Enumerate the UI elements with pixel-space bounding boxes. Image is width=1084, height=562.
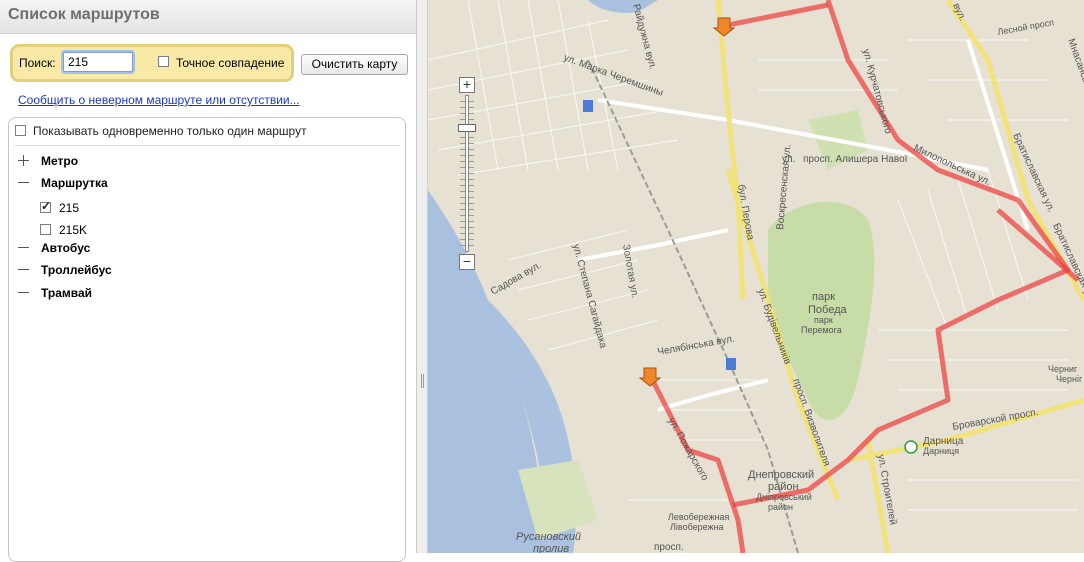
route-215-checkbox[interactable]: [40, 199, 51, 213]
category-marshrutka[interactable]: Маршрутка: [41, 176, 108, 190]
map-label: район: [768, 502, 793, 512]
map-canvas[interactable]: ул. Марка Черемшины Райдужна вул. просп.…: [428, 0, 1084, 553]
exact-match-label: Точное совпадение: [176, 56, 285, 70]
search-box: Поиск: Точное совпадение: [10, 44, 294, 82]
collapse-icon[interactable]: [18, 264, 29, 275]
one-route-checkbox[interactable]: [15, 125, 26, 136]
zoom-track[interactable]: [465, 95, 469, 252]
list-divider: [14, 145, 400, 146]
route-list-panel: Список маршрутов Поиск: Точное совпадени…: [0, 0, 417, 562]
exact-match-checkbox[interactable]: [158, 56, 169, 67]
map-label: Лесной просп: [997, 17, 1055, 37]
map-label: Черніг: [1056, 374, 1083, 384]
category-tram[interactable]: Трамвай: [41, 286, 92, 300]
category-trolleybus[interactable]: Троллейбус: [41, 263, 112, 277]
map-label: Черниг: [1048, 364, 1078, 374]
category-bus[interactable]: Автобус: [41, 241, 90, 255]
map-label: вул.: [950, 2, 968, 23]
collapse-icon[interactable]: [18, 177, 29, 188]
panel-title: Список маршрутов: [0, 0, 416, 34]
map-view[interactable]: ул. Марка Черемшины Райдужна вул. просп.…: [428, 0, 1084, 553]
map-label: Днепровский: [748, 469, 814, 481]
map-label: Русановский: [516, 531, 581, 543]
map-label: ул. Пожарского: [665, 416, 710, 483]
zoom-out-button[interactable]: −: [459, 254, 475, 270]
route-215k-label[interactable]: 215K: [59, 223, 87, 237]
map-label: просп.: [654, 542, 684, 553]
collapse-icon[interactable]: [18, 287, 29, 298]
expand-icon[interactable]: [18, 155, 29, 166]
category-metro[interactable]: Метро: [41, 154, 78, 168]
map-label: Милопольська ул.: [912, 143, 993, 188]
route-215-label[interactable]: 215: [59, 201, 79, 215]
map-label: Дарниця: [923, 446, 959, 456]
map-label: Перемога: [801, 325, 842, 335]
lake: [588, 0, 658, 13]
map-label: Мнасанська: [1065, 37, 1084, 94]
map-label: Дніпровський: [756, 492, 812, 502]
bus-station-icon: [726, 358, 736, 370]
map-label: Райдужна вул.: [630, 3, 658, 71]
route-215k-checkbox[interactable]: [40, 224, 51, 235]
search-label: Поиск:: [19, 56, 56, 70]
collapse-icon[interactable]: [18, 242, 29, 253]
zoom-in-button[interactable]: +: [459, 77, 475, 93]
map-label: Левобережная: [668, 512, 730, 522]
metro-station-icon: [904, 440, 918, 454]
splitter-grip-icon[interactable]: [421, 374, 424, 388]
clear-map-button[interactable]: Очистить карту: [301, 54, 408, 75]
map-label: пролив: [533, 543, 569, 553]
panel-splitter[interactable]: [417, 0, 428, 553]
map-label: Броварской просп.: [952, 407, 1040, 433]
route-215-line: [727, 2, 829, 28]
zoom-slider-thumb[interactable]: [458, 124, 476, 132]
map-label: парк: [814, 315, 833, 325]
map-label: Золотая ул.: [620, 244, 640, 299]
map-label: Челябінська вул.: [656, 333, 735, 358]
map-label: Садова вул.: [489, 260, 543, 298]
perova-boulevard: [715, 0, 746, 301]
one-route-label: Показывать одновременно только один марш…: [33, 124, 307, 138]
route-start-marker: [712, 17, 736, 37]
map-label: Лівобережна: [670, 522, 724, 532]
report-route-link[interactable]: Сообщить о неверном маршруте или отсутст…: [18, 93, 300, 107]
map-label: парк: [812, 291, 835, 303]
search-input[interactable]: [61, 50, 135, 74]
map-label: просп. Алишера Навої: [803, 154, 908, 165]
bus-station-icon: [583, 100, 593, 112]
